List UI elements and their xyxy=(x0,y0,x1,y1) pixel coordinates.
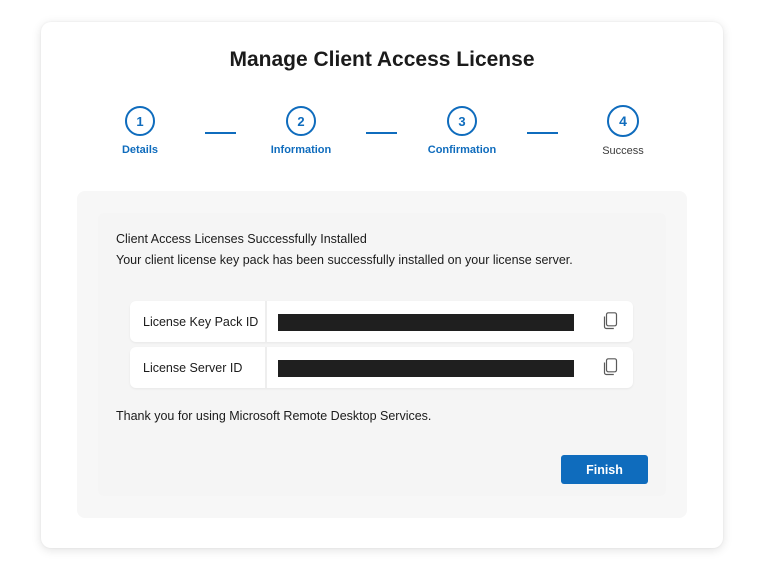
step-number: 1 xyxy=(125,106,155,136)
redacted-value xyxy=(278,314,574,331)
step-connector xyxy=(527,132,558,134)
step-information[interactable]: 2 Information xyxy=(251,106,351,156)
dialog-title: Manage Client Access License xyxy=(229,48,535,71)
license-key-pack-row: License Key Pack ID xyxy=(130,301,633,342)
field-label: License Key Pack ID xyxy=(130,301,267,342)
step-label: Success xyxy=(602,145,644,157)
license-server-row: License Server ID xyxy=(130,347,633,388)
step-confirmation[interactable]: 3 Confirmation xyxy=(412,106,512,156)
redacted-value xyxy=(278,360,574,377)
step-connector xyxy=(205,132,236,134)
success-heading: Client Access Licenses Successfully Inst… xyxy=(116,232,367,246)
step-label: Details xyxy=(121,144,159,156)
field-label: License Server ID xyxy=(130,347,267,388)
thank-you-text: Thank you for using Microsoft Remote Des… xyxy=(116,409,432,423)
step-number: 2 xyxy=(286,106,316,136)
content-panel: Client Access Licenses Successfully Inst… xyxy=(77,191,687,518)
step-number: 3 xyxy=(447,106,477,136)
step-number: 4 xyxy=(607,105,639,137)
step-success: 4 Success xyxy=(573,105,673,157)
result-panel: Client Access Licenses Successfully Inst… xyxy=(98,213,666,496)
step-details[interactable]: 1 Details xyxy=(90,106,190,156)
step-label: Confirmation xyxy=(427,144,497,156)
finish-button[interactable]: Finish xyxy=(561,455,648,484)
success-description: Your client license key pack has been su… xyxy=(116,253,573,267)
copy-icon[interactable] xyxy=(601,358,619,376)
step-connector xyxy=(366,132,397,134)
license-dialog: Manage Client Access License 1 Details 2… xyxy=(41,22,723,548)
step-label: Information xyxy=(270,144,332,156)
copy-icon[interactable] xyxy=(601,312,619,330)
